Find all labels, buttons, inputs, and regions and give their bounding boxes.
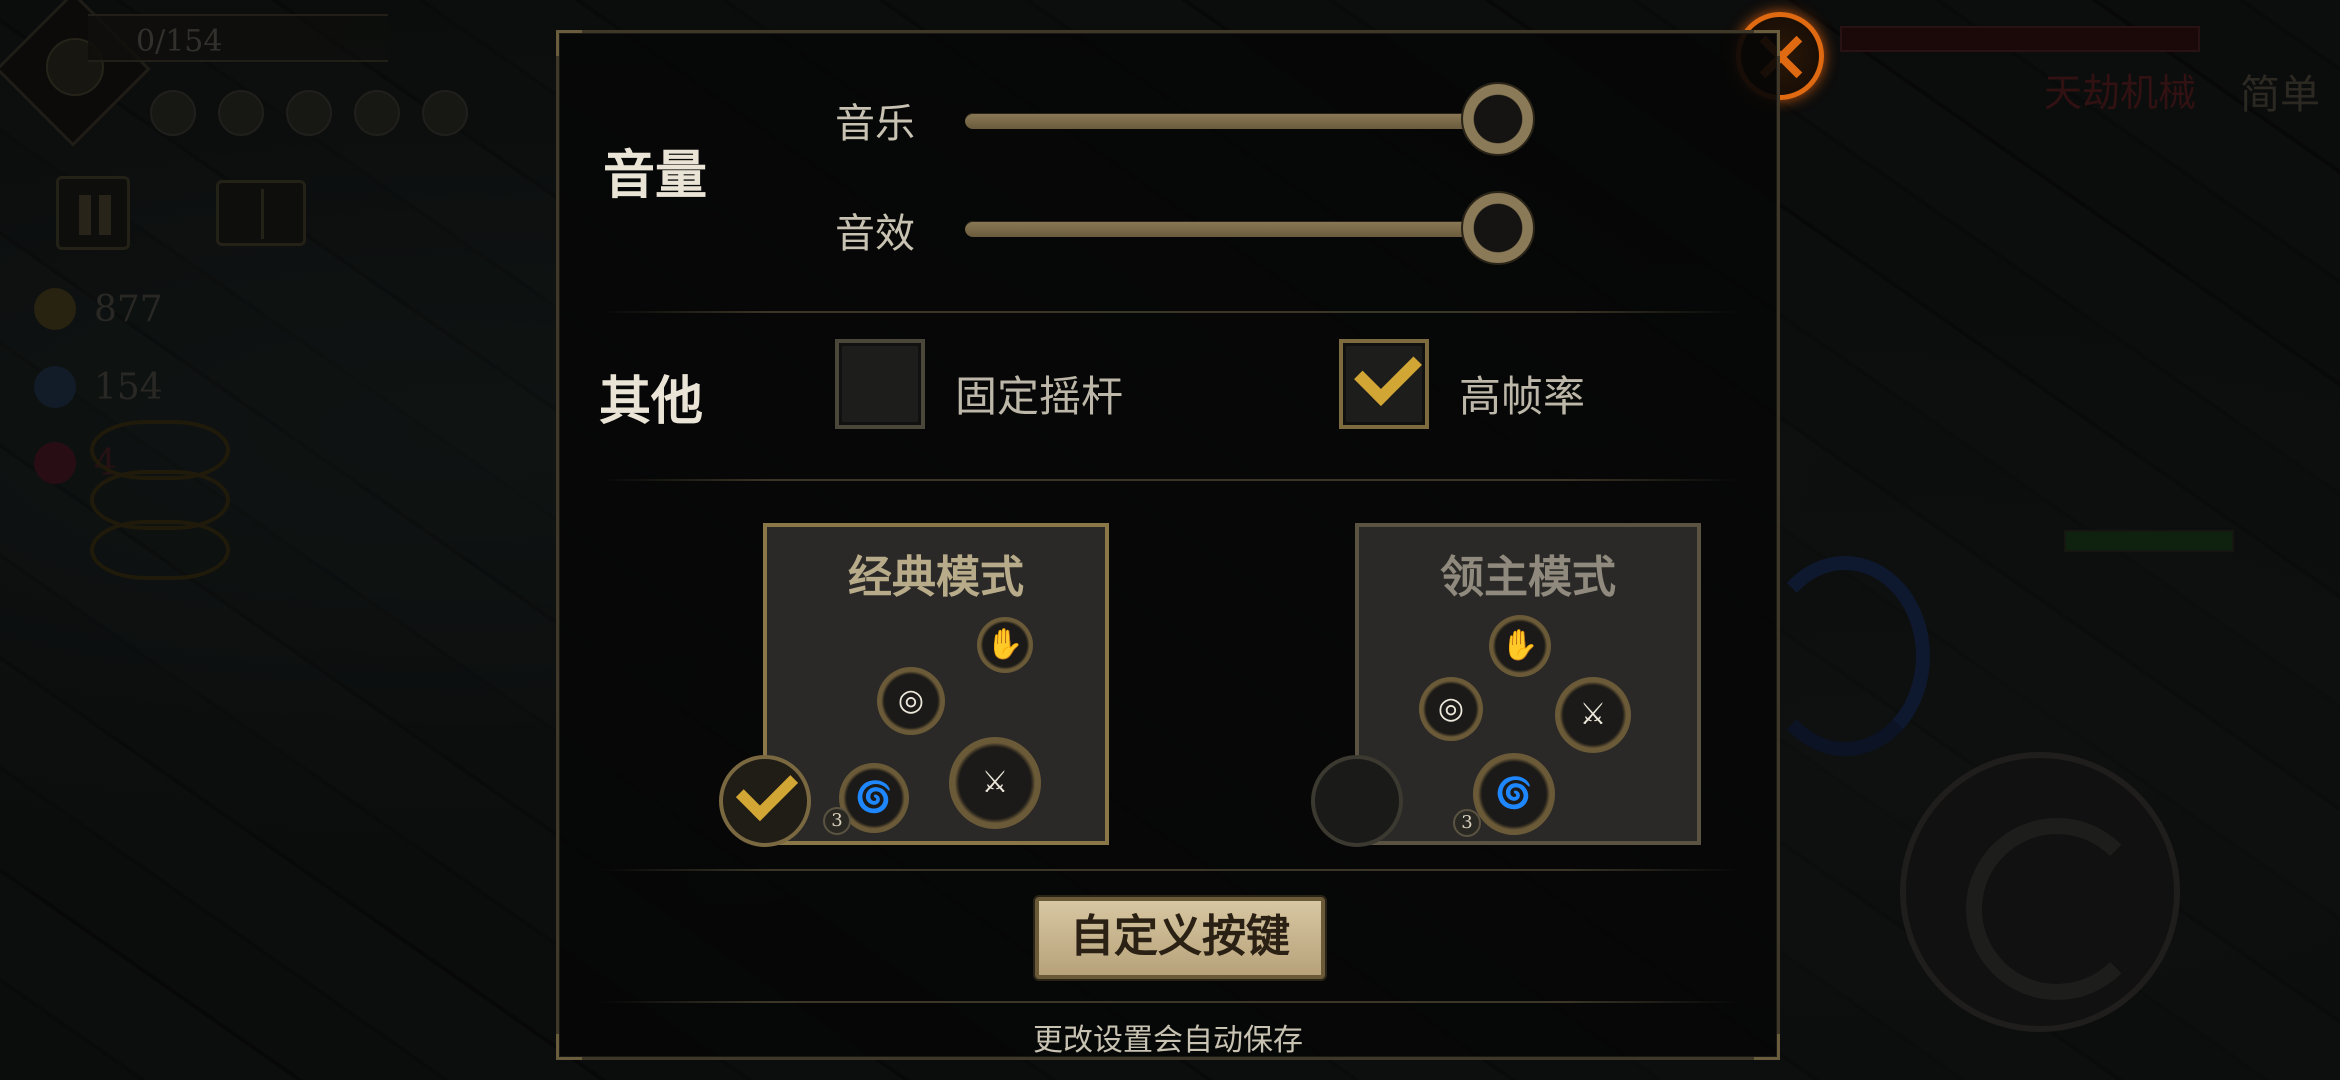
whirlwind-skill-icon: ◎ [877, 667, 945, 735]
checkmark-icon [735, 758, 799, 822]
sfx-slider-track[interactable] [965, 221, 1485, 237]
high-framerate-checkbox[interactable] [1339, 338, 1429, 429]
fixed-joystick-label: 固定摇杆 [955, 372, 1124, 421]
music-slider-track[interactable] [965, 113, 1485, 129]
divider [599, 869, 1739, 871]
whirlwind-skill-icon: ◎ [1419, 677, 1483, 741]
divider [599, 311, 1739, 313]
classic-mode-card[interactable]: 经典模式 ✋ ◎ ⚔ 🌀 3 [763, 523, 1109, 845]
lord-mode-card[interactable]: 领主模式 ✋ ◎ ⚔ 🌀 3 [1355, 523, 1701, 845]
autosave-note: 更改设置会自动保存 [1033, 1023, 1303, 1058]
grab-skill-icon: ✋ [1489, 615, 1551, 677]
lord-mode-title: 领主模式 [1440, 552, 1616, 603]
classic-mode-radio[interactable] [719, 755, 811, 847]
sfx-slider-knob[interactable] [1461, 191, 1535, 265]
corner-ornament [556, 30, 582, 56]
classic-mode-title: 经典模式 [848, 552, 1024, 603]
sfx-label: 音效 [835, 211, 915, 257]
checkmark-icon [1354, 338, 1422, 406]
settings-panel: 音量 音乐 音效 其他 固定摇杆 高帧率 经典模式 ✋ ◎ ⚔ 🌀 3 领主模式… [556, 30, 1780, 1060]
lord-mode-radio[interactable] [1311, 755, 1403, 847]
corner-ornament [1754, 30, 1780, 56]
skill-charge-count: 3 [823, 807, 851, 835]
divider [599, 1001, 1739, 1003]
high-framerate-label: 高帧率 [1459, 372, 1586, 421]
divider [599, 479, 1739, 481]
music-slider-knob[interactable] [1461, 82, 1535, 156]
custom-keys-button[interactable]: 自定义按键 [1035, 897, 1325, 979]
skill-charge-count: 3 [1453, 809, 1481, 837]
sword-skill-icon: ⚔ [949, 737, 1041, 829]
volume-section-label: 音量 [603, 145, 708, 206]
fixed-joystick-checkbox[interactable] [835, 339, 925, 429]
dash-skill-icon: 🌀 [1473, 753, 1555, 835]
sword-skill-icon: ⚔ [1555, 677, 1631, 753]
grab-skill-icon: ✋ [977, 617, 1033, 673]
music-label: 音乐 [835, 101, 915, 147]
other-section-label: 其他 [599, 371, 704, 432]
